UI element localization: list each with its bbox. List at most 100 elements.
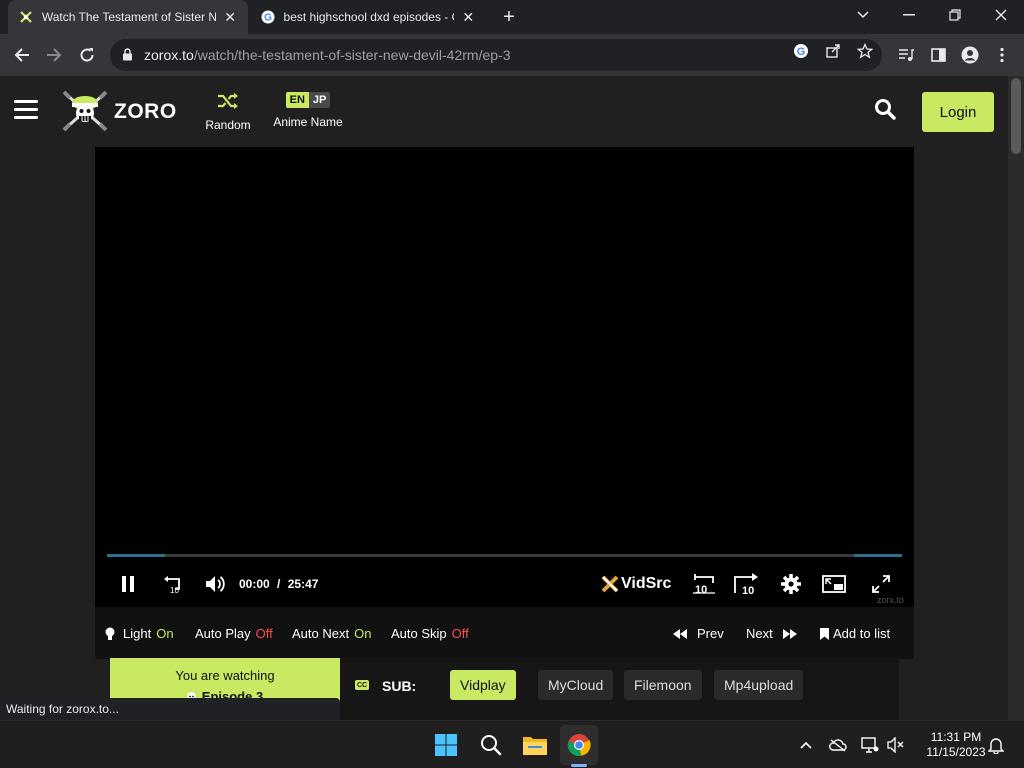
video-player[interactable]: 10 00:00 / 25:47 VidSrc 10 10 zorx.to xyxy=(95,147,914,607)
login-button[interactable]: Login xyxy=(922,92,994,132)
current-time: 00:00 xyxy=(239,577,270,591)
autoskip-state: Off xyxy=(451,626,469,641)
vidsrc-logo-icon xyxy=(601,575,619,593)
system-clock[interactable]: 11:31 PM 11/15/2023 xyxy=(914,730,998,760)
side-panel-icon[interactable] xyxy=(929,46,947,64)
profile-avatar-icon[interactable] xyxy=(961,46,979,64)
volume-muted-icon[interactable] xyxy=(887,736,905,754)
clock-time: 11:31 PM xyxy=(930,730,982,744)
browser-status-bar: Waiting for zorox.to... xyxy=(0,698,340,720)
autoplay-label: Auto Play xyxy=(195,626,251,641)
light-label: Light xyxy=(123,626,152,641)
player-watermark: zorx.to xyxy=(877,595,905,605)
address-bar[interactable]: zorox.to/watch/the-testament-of-sister-n… xyxy=(110,39,882,71)
taskbar-search-icon[interactable] xyxy=(477,731,505,759)
autoplay-state: Off xyxy=(255,626,273,641)
forward-icon xyxy=(782,628,797,639)
playback-time: 00:00 / 25:47 xyxy=(239,577,318,591)
settings-gear-icon[interactable] xyxy=(779,572,803,596)
windows-start-icon[interactable] xyxy=(432,731,460,759)
server-filemoon-button[interactable]: Filemoon xyxy=(624,670,702,700)
svg-text:G: G xyxy=(797,46,806,58)
browser-toolbar: zorox.to/watch/the-testament-of-sister-n… xyxy=(0,34,1024,76)
share-icon[interactable] xyxy=(824,42,842,60)
time-separator: / xyxy=(277,577,281,591)
lock-icon[interactable] xyxy=(122,48,134,62)
add-to-list-label: Add to list xyxy=(833,626,891,641)
anime-name-language-toggle[interactable]: EN JP Anime Name xyxy=(268,92,348,129)
tab-close-icon[interactable]: ✕ xyxy=(460,9,476,25)
buffered-segment xyxy=(854,554,902,557)
search-icon[interactable] xyxy=(874,98,898,122)
onedrive-cloud-icon[interactable] xyxy=(829,736,847,754)
server-mp4upload-button[interactable]: Mp4upload xyxy=(714,670,804,700)
site-content: ZORO Random EN JP Anime Name Login 10 00… xyxy=(0,76,1008,720)
lang-jp-option[interactable]: JP xyxy=(308,92,331,108)
tab-watch-anime[interactable]: Watch The Testament of Sister New Devil … xyxy=(8,0,248,34)
rewind-10-icon[interactable]: 10 xyxy=(161,572,185,596)
browser-menu-kebab-icon[interactable] xyxy=(993,46,1011,64)
url-path: /watch/the-testament-of-sister-new-devil… xyxy=(193,47,511,63)
window-close-icon[interactable] xyxy=(978,0,1024,30)
site-brand-name[interactable]: ZORO xyxy=(114,100,177,124)
volume-icon[interactable] xyxy=(203,572,229,596)
add-to-list-button[interactable]: Add to list xyxy=(820,626,890,641)
tab-title: Watch The Testament of Sister New Devil xyxy=(41,10,217,24)
clock-date: 11/15/2023 xyxy=(926,745,986,759)
next-label: Next xyxy=(746,626,773,641)
google-favicon-icon: G xyxy=(260,9,276,25)
browser-tab-strip: Watch The Testament of Sister New Devil … xyxy=(0,0,1024,34)
autoskip-toggle[interactable]: Auto Skip Off xyxy=(391,626,469,641)
skip-back-10-icon[interactable]: 10 xyxy=(691,572,717,596)
chrome-taskbar-icon[interactable] xyxy=(565,731,593,759)
picture-in-picture-icon[interactable] xyxy=(821,572,847,596)
media-controls-icon[interactable] xyxy=(897,46,915,64)
sub-label: SUB: xyxy=(382,678,417,694)
file-explorer-icon[interactable] xyxy=(521,731,549,759)
notification-bell-icon[interactable] xyxy=(987,736,1005,754)
bookmark-star-icon[interactable] xyxy=(856,42,874,60)
prev-label: Prev xyxy=(697,626,724,641)
windows-taskbar: 11:31 PM 11/15/2023 xyxy=(0,720,1024,768)
tab-search-chevron-icon[interactable] xyxy=(840,0,886,30)
forward-arrow-icon[interactable] xyxy=(42,43,66,67)
buffered-segment xyxy=(107,554,165,557)
page-scrollbar[interactable] xyxy=(1008,76,1024,720)
svg-text:G: G xyxy=(264,13,272,24)
tray-overflow-chevron-icon[interactable] xyxy=(797,736,815,754)
back-arrow-icon[interactable] xyxy=(10,43,34,67)
autoplay-toggle[interactable]: Auto Play Off xyxy=(195,626,273,641)
scrollbar-thumb[interactable] xyxy=(1011,78,1021,154)
network-display-icon[interactable] xyxy=(861,736,879,754)
google-lens-icon[interactable]: G xyxy=(792,42,810,60)
player-options-bar: Light On Auto Play Off Auto Next On Auto… xyxy=(95,607,914,659)
restore-icon[interactable] xyxy=(932,0,978,30)
shuffle-icon xyxy=(198,92,258,112)
fullscreen-icon[interactable] xyxy=(869,572,893,596)
tab-title: best highschool dxd episodes - Google Se… xyxy=(283,10,455,24)
random-anime-button[interactable]: Random xyxy=(198,92,258,132)
pause-icon[interactable] xyxy=(117,572,139,596)
reload-icon[interactable] xyxy=(75,43,99,67)
active-app-indicator xyxy=(571,764,587,767)
zoro-logo-icon[interactable] xyxy=(62,90,108,132)
autonext-state: On xyxy=(354,626,372,641)
random-label: Random xyxy=(205,118,251,132)
server-vidplay-button[interactable]: Vidplay xyxy=(450,670,516,700)
svg-text:10: 10 xyxy=(170,586,179,595)
server-mycloud-button[interactable]: MyCloud xyxy=(538,670,614,700)
autonext-toggle[interactable]: Auto Next On xyxy=(292,626,371,641)
anime-name-label: Anime Name xyxy=(273,115,343,129)
hamburger-menu-icon[interactable] xyxy=(14,100,38,120)
new-tab-plus-icon[interactable]: + xyxy=(498,6,520,28)
skip-forward-10-icon[interactable]: 10 xyxy=(733,572,761,596)
video-progress-bar[interactable] xyxy=(107,554,902,557)
backward-icon xyxy=(673,628,687,639)
lang-en-option[interactable]: EN xyxy=(285,92,309,108)
tab-google-search[interactable]: G best highschool dxd episodes - Google … xyxy=(250,0,486,34)
next-episode-button[interactable]: Next xyxy=(746,626,797,641)
minimize-icon[interactable] xyxy=(886,0,932,30)
tab-close-icon[interactable]: ✕ xyxy=(222,9,238,25)
light-toggle[interactable]: Light On xyxy=(105,626,174,641)
prev-episode-button[interactable]: Prev xyxy=(673,626,724,641)
